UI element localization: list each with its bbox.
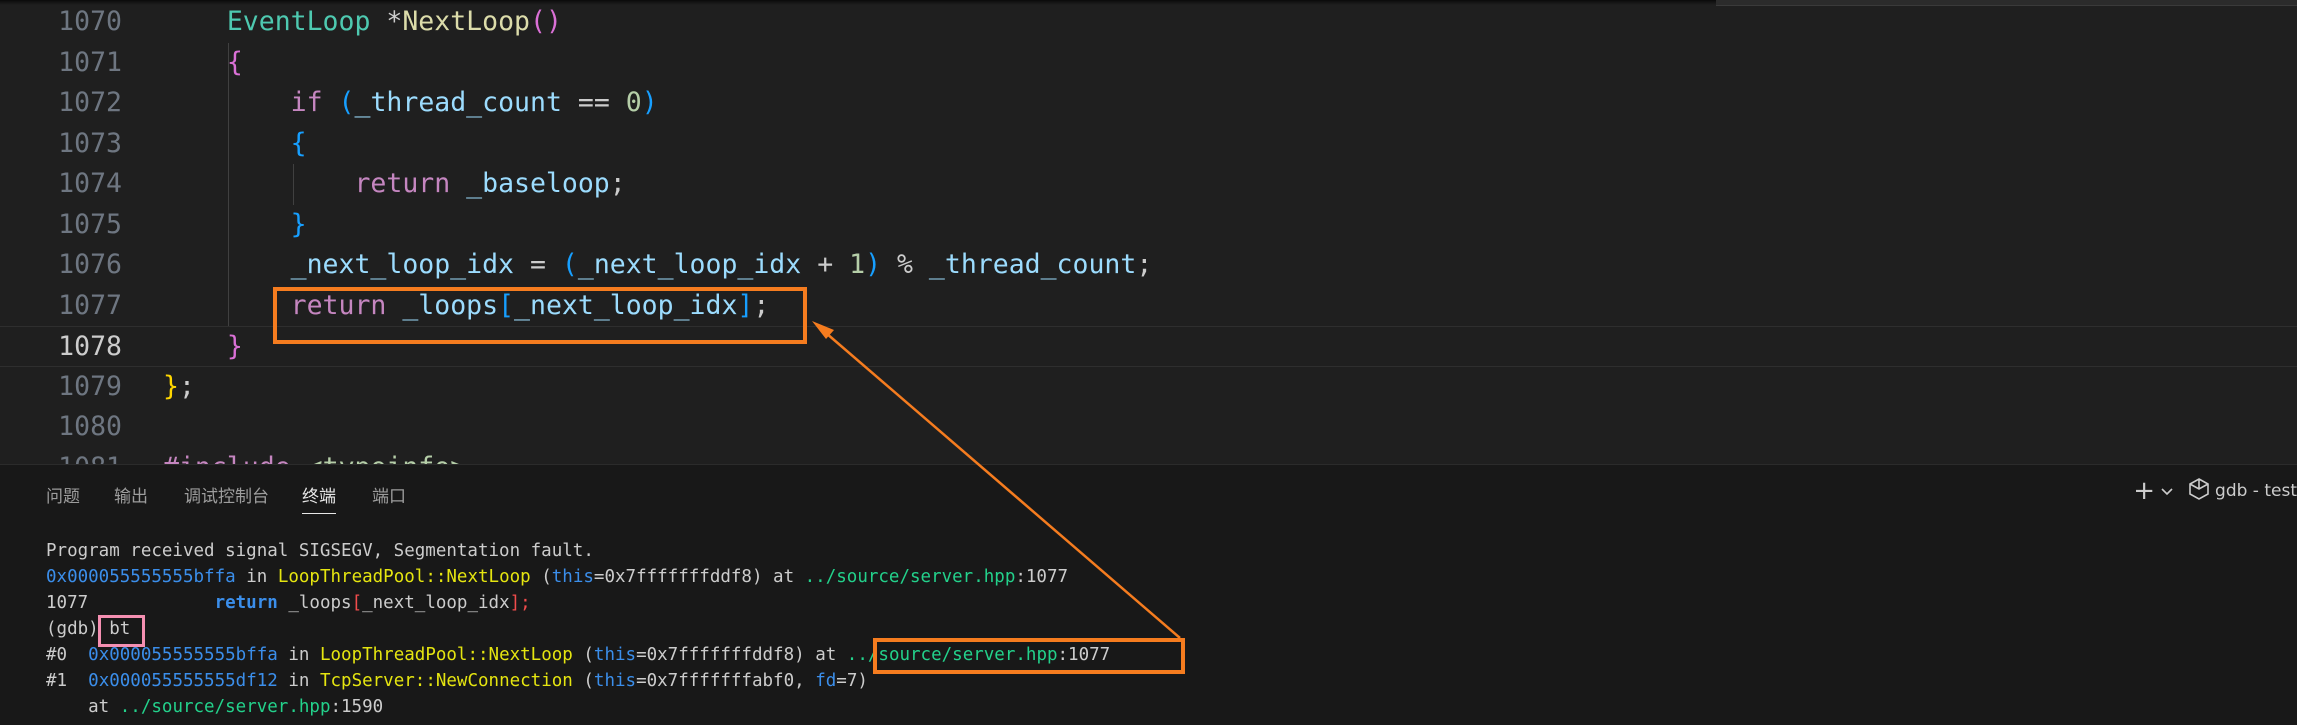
highlight-box-return-line	[273, 287, 807, 344]
line-number: 1073	[58, 127, 122, 159]
code-line[interactable]: 1073 {	[0, 124, 2297, 165]
tab-debug-console[interactable]: 调试控制台	[184, 482, 269, 507]
terminal-line: #1 0x000055555555df12 in TcpServer::NewC…	[46, 671, 868, 691]
code-line[interactable]: 1079};	[0, 367, 2297, 408]
code-line[interactable]: 1080	[0, 407, 2297, 448]
tab-output[interactable]: 输出	[114, 482, 148, 507]
code-text: _next_loop_idx = (_next_loop_idx + 1) % …	[290, 249, 1153, 280]
terminal-line: at ../source/server.hpp:1590	[46, 697, 384, 717]
code-line[interactable]: 1070 EventLoop *NextLoop()	[0, 2, 2297, 43]
line-number: 1078	[58, 331, 122, 362]
code-text: {	[290, 127, 307, 159]
line-number: 1072	[58, 87, 122, 118]
terminal-cube-icon	[2189, 477, 2209, 505]
panel-actions: + gdb - test	[2133, 477, 2297, 505]
code-line[interactable]: 1071 {	[0, 43, 2297, 84]
code-text: };	[163, 370, 195, 402]
terminal-instance-name[interactable]: gdb - test	[2215, 481, 2297, 501]
highlight-box-frame0-location	[873, 638, 1185, 674]
code-line[interactable]: 1076 _next_loop_idx = (_next_loop_idx + …	[0, 245, 2297, 286]
bottom-panel: 问题 输出 调试控制台 终端 端口 + gdb - test Program recei…	[0, 464, 2297, 725]
terminal-line: Program received signal SIGSEGV, Segment…	[46, 541, 594, 561]
code-text: return _baseloop;	[354, 168, 626, 199]
indent-guide	[293, 164, 294, 205]
line-number: 1077	[58, 289, 122, 321]
code-text: }	[226, 331, 243, 362]
code-text: if (_thread_count == 0)	[290, 87, 658, 118]
line-number: 1071	[58, 46, 122, 78]
line-number: 1074	[58, 168, 122, 199]
chevron-down-icon[interactable]	[2161, 481, 2173, 501]
code-text: #include <typeinfo>	[163, 448, 466, 465]
code-line[interactable]: 1072 if (_thread_count == 0)	[0, 83, 2297, 124]
line-number: 1075	[58, 208, 122, 240]
tab-terminal[interactable]: 终端	[302, 482, 336, 514]
highlight-box-bt-command	[98, 615, 145, 647]
plus-icon[interactable]: +	[2133, 478, 2155, 504]
code-line[interactable]: 1075 }	[0, 205, 2297, 246]
line-number: 1070	[58, 6, 122, 37]
tab-problems[interactable]: 问题	[46, 482, 80, 507]
code-text: EventLoop *NextLoop()	[226, 6, 562, 37]
code-text: }	[290, 208, 307, 240]
tab-ports[interactable]: 端口	[372, 482, 406, 507]
line-number: 1079	[58, 370, 122, 402]
line-number: 1081	[0, 448, 122, 465]
code-editor[interactable]: 1070 EventLoop *NextLoop() 1071 {1072 if …	[0, 0, 2297, 464]
code-line[interactable]: 1081 #include <typeinfo>	[0, 448, 2297, 465]
minimap-edge	[1716, 0, 2297, 6]
code-text: {	[226, 46, 243, 78]
code-line[interactable]: 1074 return _baseloop;	[0, 164, 2297, 205]
terminal-line: 0x000055555555bffa in LoopThreadPool::Ne…	[46, 567, 1069, 587]
indent-guide	[228, 42, 229, 326]
editor-scroll-shadow	[0, 0, 1716, 5]
line-number: 1076	[58, 249, 122, 280]
terminal-line: 1077 return _loops[_next_loop_idx];	[46, 593, 531, 613]
line-number: 1080	[58, 411, 122, 442]
